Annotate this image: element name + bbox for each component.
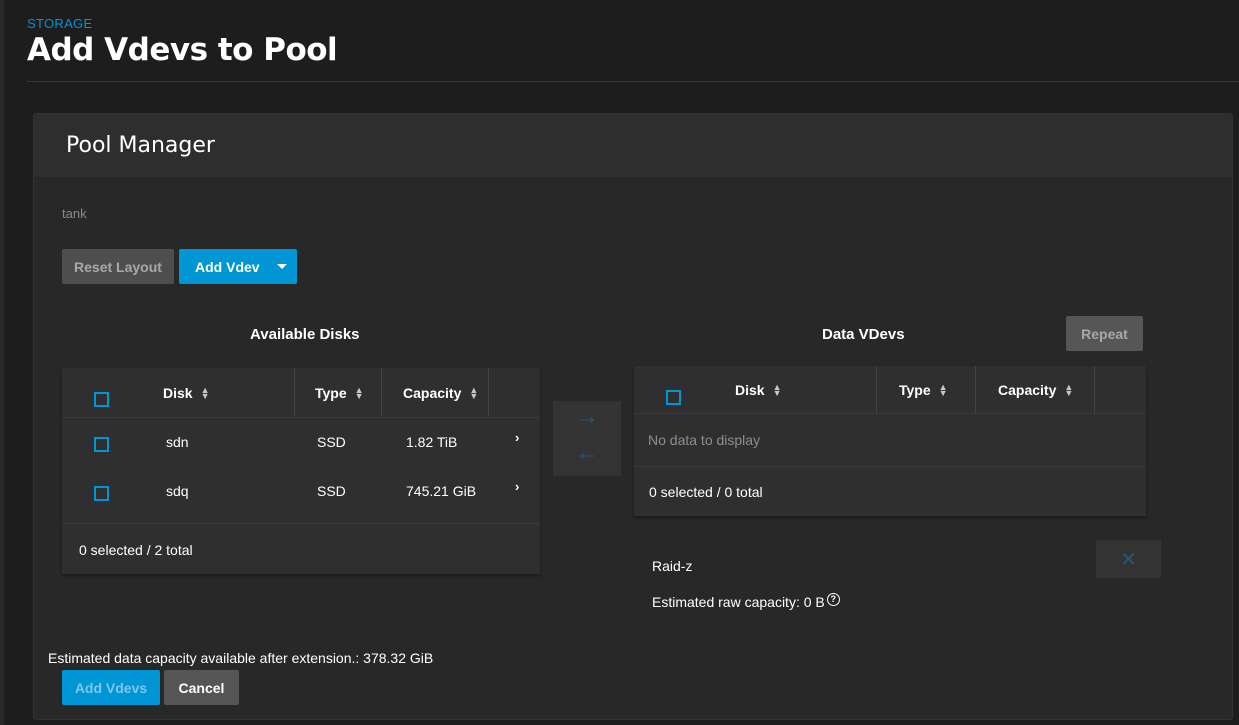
table-footer: 0 selected / 0 total [634, 466, 1146, 516]
sort-icon[interactable]: ▲ ▼ [773, 383, 782, 398]
disk-name: sdq [166, 483, 189, 499]
selection-count: 0 selected / 0 total [649, 484, 763, 500]
pool-manager-card: Pool Manager tank Reset Layout Add Vdev … [33, 113, 1233, 720]
left-edge-strip [0, 0, 4, 725]
select-all-checkbox[interactable] [94, 392, 109, 407]
chevron-right-icon[interactable]: › [515, 479, 519, 494]
column-divider[interactable] [1094, 366, 1095, 414]
available-disks-table: Disk ▲ ▼ Type ▲ ▼ Capacity ▲ ▼ sdn SSD 1.82… [62, 368, 540, 574]
arrow-left-icon[interactable]: ← [575, 439, 599, 467]
data-vdevs-title: Data VDevs [822, 326, 905, 343]
table-header: Disk ▲ ▼ Type ▲ ▼ Capacity ▲ ▼ [634, 366, 1146, 414]
reset-layout-button[interactable]: Reset Layout [62, 249, 174, 284]
column-divider[interactable] [975, 366, 976, 414]
caret-down-icon[interactable] [277, 264, 287, 269]
raid-type: Raid-z [652, 558, 693, 574]
column-divider[interactable] [876, 366, 877, 414]
sort-icon[interactable]: ▲ ▼ [201, 386, 210, 401]
empty-message: No data to display [648, 432, 761, 448]
available-disks-title: Available Disks [250, 326, 360, 343]
sort-icon[interactable]: ▲ ▼ [939, 383, 948, 398]
data-vdevs-table: Disk ▲ ▼ Type ▲ ▼ Capacity ▲ ▼ No data to d… [634, 366, 1146, 516]
remove-vdev-button[interactable]: ✕ [1096, 540, 1161, 578]
sort-icon[interactable]: ▲ ▼ [469, 386, 478, 401]
card-header: Pool Manager [34, 114, 1232, 178]
breadcrumb[interactable]: STORAGE [27, 16, 92, 31]
selection-count: 0 selected / 2 total [79, 542, 193, 558]
table-row[interactable]: sdq SSD 745.21 GiB › [62, 467, 540, 516]
sort-icon[interactable]: ▲ ▼ [1064, 383, 1073, 398]
help-icon[interactable]: ? [826, 592, 840, 606]
column-divider[interactable] [294, 368, 295, 416]
close-icon: ✕ [1120, 548, 1137, 571]
table-row[interactable]: sdn SSD 1.82 TiB › [62, 418, 540, 467]
card-title: Pool Manager [66, 133, 215, 158]
disk-type: SSD [317, 434, 346, 450]
column-divider[interactable] [381, 368, 382, 416]
select-all-checkbox[interactable] [666, 390, 681, 405]
estimated-capacity-after-extension: Estimated data capacity available after … [48, 650, 434, 666]
column-header-type[interactable]: Type ▲ ▼ [315, 385, 364, 401]
sort-icon[interactable]: ▲ ▼ [355, 386, 364, 401]
repeat-button[interactable]: Repeat [1066, 316, 1143, 351]
disk-capacity: 745.21 GiB [406, 483, 477, 499]
column-header-type[interactable]: Type ▲ ▼ [899, 382, 948, 398]
column-header-disk[interactable]: Disk ▲ ▼ [163, 385, 210, 401]
disk-capacity: 1.82 TiB [406, 434, 458, 450]
add-vdev-button[interactable]: Add Vdev [179, 249, 297, 284]
add-vdev-label: Add Vdev [195, 258, 260, 275]
add-vdevs-button[interactable]: Add Vdevs [62, 670, 160, 705]
disk-name: sdn [166, 434, 189, 450]
header-divider [27, 81, 1239, 82]
chevron-right-icon[interactable]: › [515, 430, 519, 445]
table-footer: 0 selected / 2 total [62, 523, 540, 574]
table-header: Disk ▲ ▼ Type ▲ ▼ Capacity ▲ ▼ [62, 368, 540, 418]
column-header-capacity[interactable]: Capacity ▲ ▼ [998, 382, 1073, 398]
arrow-right-icon[interactable]: → [575, 403, 599, 431]
disk-type: SSD [317, 483, 346, 499]
page-header: STORAGE Add Vdevs to Pool [0, 0, 1239, 82]
row-checkbox[interactable] [94, 437, 109, 452]
column-divider[interactable] [488, 368, 489, 416]
pool-name: tank [62, 206, 87, 221]
column-header-disk[interactable]: Disk ▲ ▼ [735, 382, 782, 398]
transfer-buttons: → ← [553, 401, 621, 476]
estimated-raw-capacity: Estimated raw capacity: 0 B ? [652, 592, 840, 610]
cancel-button[interactable]: Cancel [164, 670, 239, 705]
page-title: Add Vdevs to Pool [27, 32, 338, 68]
column-header-capacity[interactable]: Capacity ▲ ▼ [403, 385, 478, 401]
row-checkbox[interactable] [94, 486, 109, 501]
